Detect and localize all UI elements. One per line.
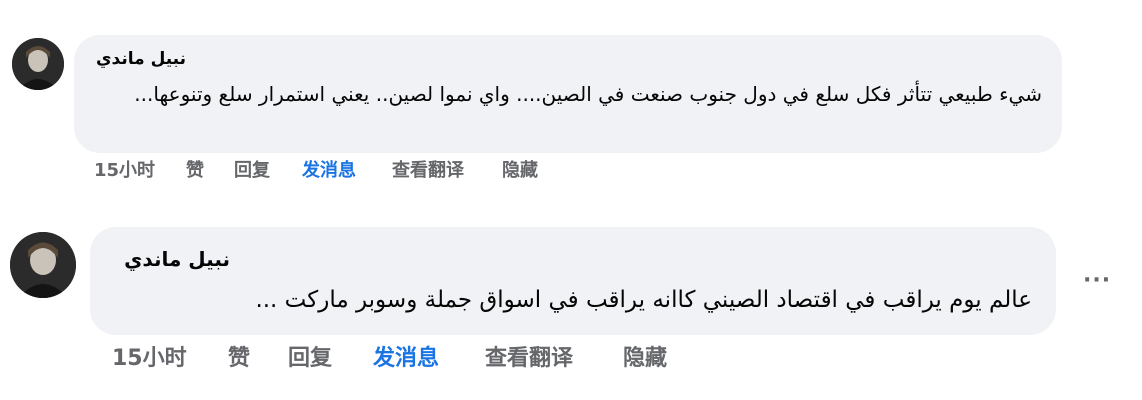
- timestamp-link[interactable]: 15小时: [94, 156, 186, 182]
- comment-1-text: شيء طبيعي تتأثر فكل سلع في دول جنوب صنعت…: [134, 82, 1042, 106]
- comment-2-bubble: [90, 227, 1056, 335]
- timestamp-link[interactable]: 15小时: [112, 340, 228, 372]
- more-options-icon[interactable]: ···: [1083, 268, 1111, 293]
- comment-1-avatar[interactable]: [12, 38, 64, 90]
- reply-button[interactable]: 回复: [288, 340, 373, 372]
- comment-2-avatar[interactable]: [10, 232, 76, 298]
- view-translation-button[interactable]: 查看翻译: [485, 340, 623, 372]
- like-button[interactable]: 赞: [186, 156, 234, 182]
- hide-button[interactable]: 隐藏: [502, 156, 538, 182]
- comment-2-author[interactable]: نبيل ماندي: [124, 247, 230, 271]
- comment-2-text: عالم يوم يراقب في اقتصاد الصيني كاانه ير…: [255, 287, 1032, 313]
- view-translation-button[interactable]: 查看翻译: [392, 156, 502, 182]
- comment-1-author[interactable]: نبيل ماندي: [96, 49, 186, 69]
- reply-button[interactable]: 回复: [234, 156, 302, 182]
- send-message-button[interactable]: 发消息: [373, 340, 485, 372]
- avatar-image: [12, 38, 64, 90]
- send-message-button[interactable]: 发消息: [302, 156, 392, 182]
- comment-1-actions: 15小时 赞 回复 发消息 查看翻译 隐藏: [94, 156, 538, 182]
- like-button[interactable]: 赞: [228, 340, 288, 372]
- avatar-image: [10, 232, 76, 298]
- comment-2-actions: 15小时 赞 回复 发消息 查看翻译 隐藏: [112, 340, 667, 372]
- hide-button[interactable]: 隐藏: [623, 340, 667, 372]
